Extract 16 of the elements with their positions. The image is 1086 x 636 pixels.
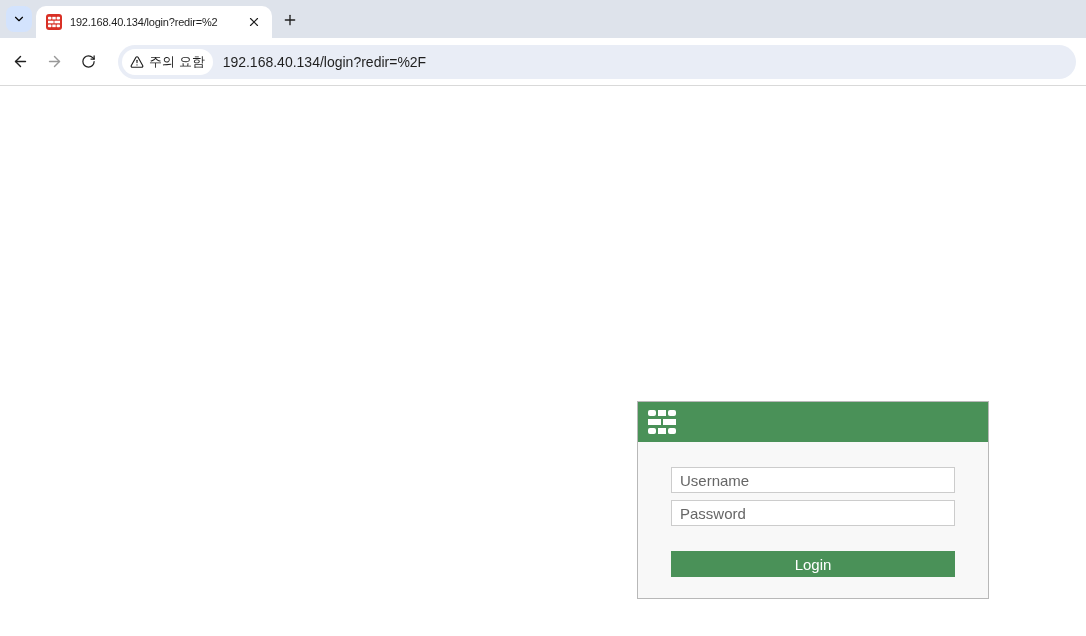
close-icon: [247, 15, 261, 29]
logo-icon: [48, 16, 60, 28]
username-field[interactable]: Username: [671, 467, 955, 493]
url-text: 192.168.40.134/login?redir=%2F: [222, 53, 427, 70]
warning-icon: [130, 54, 144, 69]
login-button[interactable]: Login: [671, 551, 955, 577]
password-field[interactable]: Password: [671, 500, 955, 526]
plus-icon: [282, 12, 298, 28]
tab-search-button[interactable]: [6, 6, 32, 32]
address-bar[interactable]: 주의 요함 192.168.40.134/login?redir=%2F: [118, 44, 1076, 79]
security-label: 주의 요함: [149, 52, 205, 71]
reload-icon: [80, 54, 96, 69]
logo-icon: [648, 408, 676, 436]
browser-tab[interactable]: 192.168.40.134/login?redir=%2: [36, 6, 272, 38]
security-chip[interactable]: 주의 요함: [122, 48, 213, 75]
tab-title: 192.168.40.134/login?redir=%2: [70, 16, 219, 28]
